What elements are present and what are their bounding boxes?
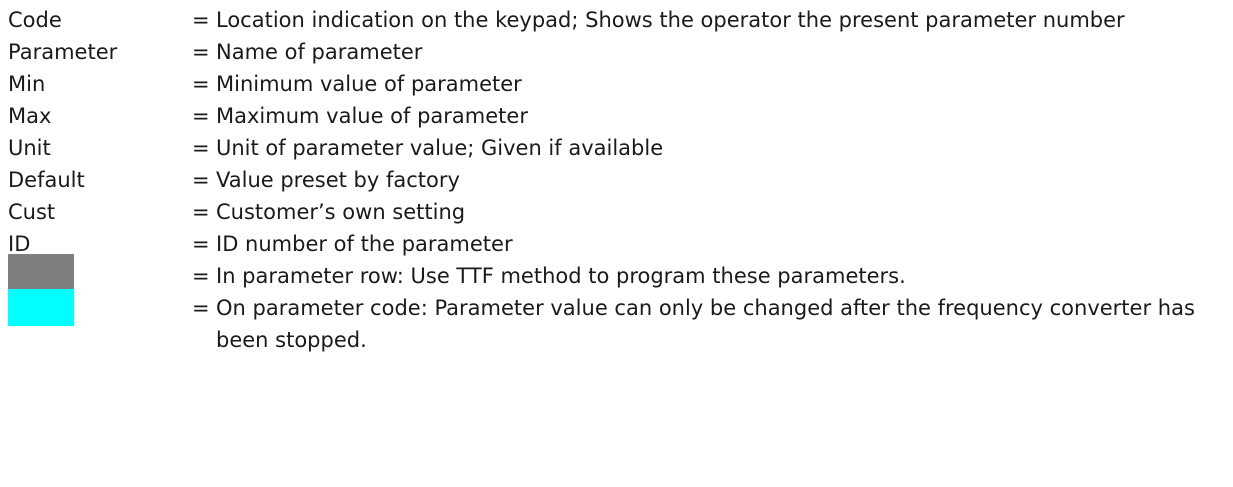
legend-description: = On parameter code: Parameter value can… bbox=[192, 292, 1223, 356]
legend-term: Unit bbox=[8, 136, 51, 160]
equals-sign: = bbox=[192, 136, 210, 160]
legend-description-text: Value preset by factory bbox=[216, 168, 460, 192]
legend-description-text: Unit of parameter value; Given if availa… bbox=[216, 136, 664, 160]
legend-row-cust: Cust = Customer’s own setting bbox=[8, 196, 1223, 228]
legend-row-code: Code = Location indication on the keypad… bbox=[8, 4, 1223, 36]
legend-row-parameter: Parameter = Name of parameter bbox=[8, 36, 1223, 68]
legend-term: Default bbox=[8, 168, 85, 192]
legend-row-default: Default = Value preset by factory bbox=[8, 164, 1223, 196]
legend-description: = ID number of the parameter bbox=[192, 228, 1223, 260]
legend-swatch-cell bbox=[8, 254, 192, 292]
legend-description: = Customer’s own setting bbox=[192, 196, 1223, 228]
legend-description: = Maximum value of parameter bbox=[192, 100, 1223, 132]
equals-sign: = bbox=[192, 232, 210, 256]
grey-swatch bbox=[8, 254, 74, 291]
legend-description: = Value preset by factory bbox=[192, 164, 1223, 196]
legend-description-text: In parameter row: Use TTF method to prog… bbox=[216, 264, 906, 288]
legend-description-text: Maximum value of parameter bbox=[216, 104, 528, 128]
legend-term: Code bbox=[8, 8, 62, 32]
legend-description: = Unit of parameter value; Given if avai… bbox=[192, 132, 1223, 164]
legend-row-ttf-swatch: = In parameter row: Use TTF method to pr… bbox=[8, 254, 1223, 292]
legend-row-min: Min = Minimum value of parameter bbox=[8, 68, 1223, 100]
legend-row-stopped-swatch: = On parameter code: Parameter value can… bbox=[8, 289, 1223, 356]
legend-description: = Minimum value of parameter bbox=[192, 68, 1223, 100]
cyan-swatch bbox=[8, 289, 74, 326]
equals-sign: = bbox=[192, 264, 210, 288]
legend-term: Min bbox=[8, 72, 46, 96]
equals-sign: = bbox=[192, 200, 210, 224]
equals-sign: = bbox=[192, 72, 210, 96]
legend-description-text: Customer’s own setting bbox=[216, 200, 466, 224]
legend-description-text: Minimum value of parameter bbox=[216, 72, 522, 96]
legend-description: = Location indication on the keypad; Sho… bbox=[192, 4, 1223, 36]
legend-description-text: Location indication on the keypad; Shows… bbox=[216, 8, 1125, 32]
legend-row-max: Max = Maximum value of parameter bbox=[8, 100, 1223, 132]
legend-row-id: ID = ID number of the parameter bbox=[8, 228, 1223, 260]
legend-description-text: Name of parameter bbox=[216, 40, 423, 64]
equals-sign: = bbox=[192, 168, 210, 192]
legend-swatch-cell bbox=[8, 289, 192, 326]
equals-sign: = bbox=[192, 8, 210, 32]
legend-term: Cust bbox=[8, 200, 56, 224]
legend-description: = Name of parameter bbox=[192, 36, 1223, 68]
equals-sign: = bbox=[192, 296, 210, 320]
legend-description: = In parameter row: Use TTF method to pr… bbox=[192, 260, 1223, 292]
parameter-legend: Code = Location indication on the keypad… bbox=[8, 4, 1223, 356]
legend-description-text: On parameter code: Parameter value can o… bbox=[216, 296, 1195, 352]
equals-sign: = bbox=[192, 104, 210, 128]
equals-sign: = bbox=[192, 40, 210, 64]
legend-term: Parameter bbox=[8, 40, 118, 64]
legend-row-unit: Unit = Unit of parameter value; Given if… bbox=[8, 132, 1223, 164]
legend-description-text: ID number of the parameter bbox=[216, 232, 513, 256]
legend-term: Max bbox=[8, 104, 52, 128]
